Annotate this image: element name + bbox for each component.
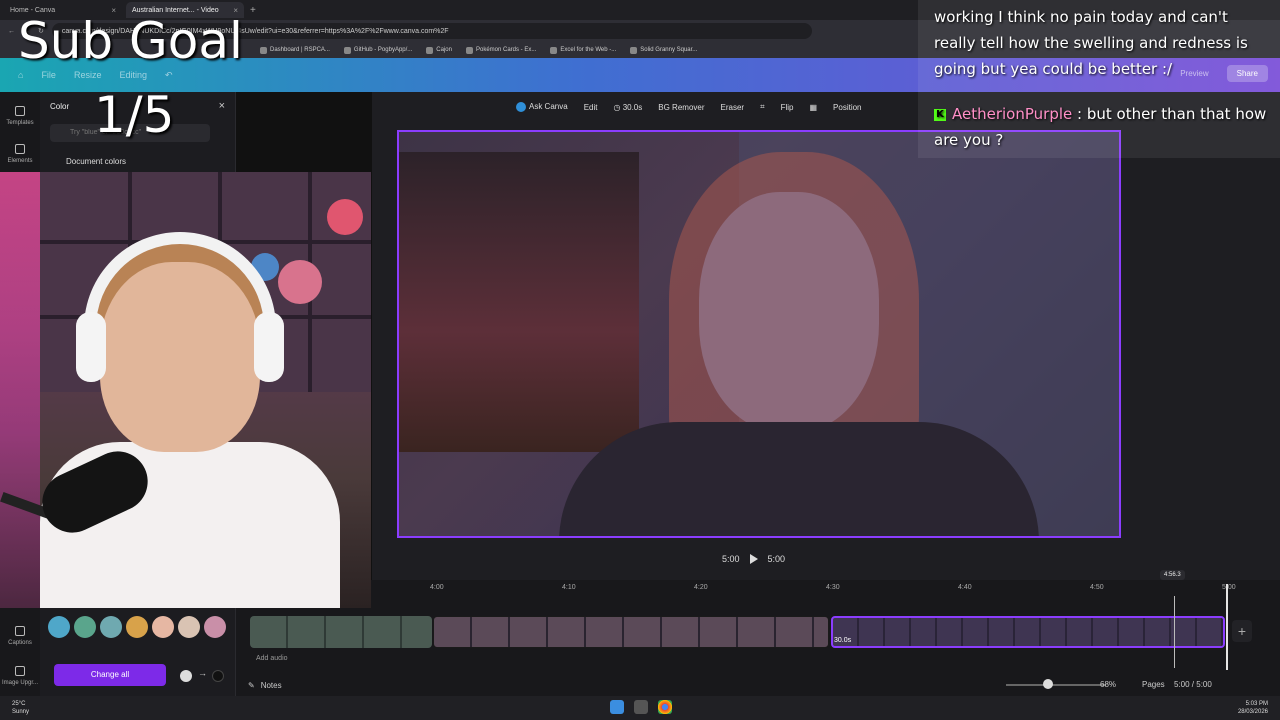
home-icon[interactable]: ⌂ (18, 70, 23, 80)
color-swatch[interactable] (126, 616, 148, 638)
from-color-swatch[interactable] (180, 670, 192, 682)
color-swatch[interactable] (152, 616, 174, 638)
close-icon[interactable]: × (219, 100, 225, 112)
image-upgrade-icon (15, 666, 25, 676)
add-audio-button[interactable]: Add audio (256, 655, 288, 662)
end-marker[interactable] (1226, 584, 1228, 670)
bottom-bar: ✎ Notes 68% Pages 5:00 / 5:00 (236, 674, 1280, 696)
tick-label: 4:40 (958, 584, 972, 591)
timeline-clip[interactable] (433, 616, 829, 648)
tick-label: 4:30 (826, 584, 840, 591)
bg-remover-button[interactable]: BG Remover (658, 103, 704, 112)
timeline-clip[interactable] (250, 616, 432, 648)
sub-goal-label: Sub Goal (18, 12, 243, 70)
templates-icon (15, 106, 25, 116)
new-tab-icon[interactable]: + (250, 5, 256, 16)
color-swatch[interactable] (100, 616, 122, 638)
zoom-slider[interactable] (1006, 684, 1106, 686)
weather-widget[interactable]: 25°C Sunny (12, 700, 29, 716)
timeline-ruler: 4:00 4:10 4:20 4:30 4:40 4:50 5:00 (372, 584, 1272, 596)
total-time: 5:00 (767, 554, 786, 564)
notes-icon: ✎ (248, 680, 255, 690)
tick-label: 4:00 (430, 584, 444, 591)
transparency-icon[interactable]: ▦ (809, 103, 817, 112)
playhead[interactable] (1174, 596, 1175, 668)
video-person-face (699, 192, 879, 432)
taskbar-apps (610, 700, 672, 714)
elements-icon (15, 144, 25, 154)
bookmark[interactable]: Solid Granny Squar... (630, 46, 697, 54)
chrome-icon[interactable] (658, 700, 672, 714)
color-swatch[interactable] (74, 616, 96, 638)
tick-label: 4:20 (694, 584, 708, 591)
rail-item-templates[interactable]: Templates (0, 106, 40, 126)
arrow-right-icon: → (198, 668, 207, 678)
system-clock[interactable]: 5:03 PM 28/03/2026 (1238, 700, 1268, 716)
tick-label: 4:50 (1090, 584, 1104, 591)
captions-icon (15, 626, 25, 636)
bookmark[interactable]: Cajon (426, 46, 452, 54)
document-colors-heading: Document colors (66, 157, 127, 166)
clip-duration: 30.0s (834, 637, 852, 644)
eraser-button[interactable]: Eraser (721, 103, 745, 112)
os-taskbar: 25°C Sunny 5:03 PM 28/03/2026 (0, 696, 1280, 720)
chat-message: K AetherionPurple : but other than that h… (934, 101, 1274, 153)
video-person-body (559, 422, 1039, 536)
rail-item-elements[interactable]: Elements (0, 144, 40, 164)
current-time: 5:00 (722, 554, 740, 564)
playback-controls: 5:00 5:00 (722, 554, 785, 564)
video-shelf (399, 152, 639, 452)
webcam-overlay (0, 172, 371, 608)
selected-video-frame[interactable] (397, 130, 1121, 538)
edit-button[interactable]: Edit (584, 103, 598, 112)
headphone-earcup (254, 312, 284, 382)
duration-button[interactable]: ◷ 30.0s (613, 103, 642, 112)
crop-icon[interactable]: ⌗ (760, 102, 765, 112)
menu-file[interactable]: File (41, 70, 56, 80)
context-toolbar: Ask Canva Edit ◷ 30.0s BG Remover Eraser… (516, 98, 862, 116)
flip-button[interactable]: Flip (781, 103, 794, 112)
rail-item-image-upgrade[interactable]: Image Upgr... (0, 666, 40, 686)
zoom-slider-handle[interactable] (1043, 679, 1053, 689)
swatch-row (48, 616, 226, 638)
menu-editing[interactable]: Editing (119, 70, 147, 80)
tick-label: 5:00 (1222, 584, 1236, 591)
task-view-icon[interactable] (634, 700, 648, 714)
sub-goal-count: 1/5 (94, 86, 175, 144)
bookmark[interactable]: Excel for the Web -... (550, 46, 616, 54)
chat-username: AetherionPurple (952, 105, 1073, 123)
canva-ai-icon (516, 102, 526, 112)
menu-resize[interactable]: Resize (74, 70, 102, 80)
pages-button[interactable]: Pages (1142, 680, 1165, 689)
undo-icon[interactable]: ↶ (165, 70, 173, 81)
notes-button[interactable]: ✎ Notes (248, 681, 282, 690)
kick-badge-icon: K (934, 108, 946, 121)
page-time-count: 5:00 / 5:00 (1174, 680, 1212, 689)
start-icon[interactable] (610, 700, 624, 714)
color-swatch[interactable] (204, 616, 226, 638)
color-swatch[interactable] (48, 616, 70, 638)
add-page-button[interactable]: + (1232, 620, 1252, 642)
headphone-earcup (76, 312, 106, 382)
color-swatch[interactable] (178, 616, 200, 638)
zoom-level[interactable]: 68% (1100, 680, 1116, 689)
change-all-button[interactable]: Change all (54, 664, 166, 686)
panel-title: Color (50, 102, 70, 111)
tick-label: 4:10 (562, 584, 576, 591)
timeline-clip-selected[interactable] (831, 616, 1225, 648)
chat-message: working I think no pain today and can't … (934, 8, 1248, 78)
playhead-time-tooltip: 4:56.3 (1160, 570, 1185, 580)
back-icon[interactable]: ← (8, 28, 15, 35)
bookmark[interactable]: GitHub - PogbyApp/... (343, 46, 412, 54)
bookmark[interactable]: Dashboard | RSPCA... (260, 46, 330, 54)
to-color-swatch[interactable] (212, 670, 224, 682)
rail-item-captions[interactable]: Captions (0, 626, 40, 646)
bookmark[interactable]: Pokémon Cards - Ex... (465, 46, 536, 54)
play-icon[interactable] (749, 554, 758, 564)
position-button[interactable]: Position (833, 103, 861, 112)
ask-canva-button[interactable]: Ask Canva (516, 102, 568, 112)
